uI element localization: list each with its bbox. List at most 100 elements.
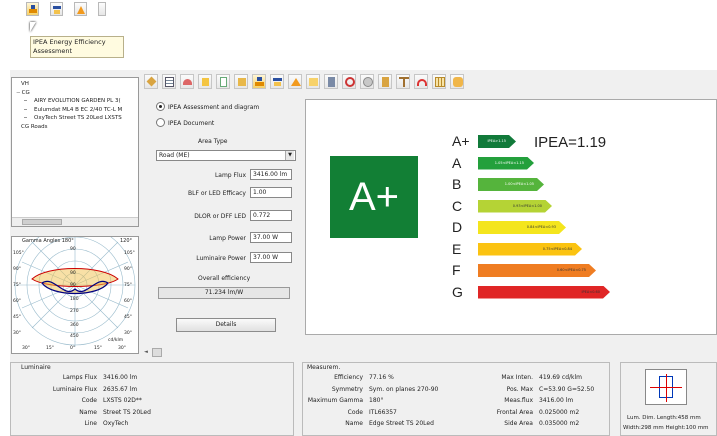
overall-efficiency-label: Overall efficiency: [198, 275, 251, 282]
lamp-power-input[interactable]: 37.00 W: [250, 232, 292, 243]
tree-item[interactable]: AIRY EVOLUTION GARDEN PL 3(: [24, 97, 121, 105]
tool-area-icon[interactable]: [306, 74, 320, 89]
luminaire-panel: Luminaire Lamps Flux 3416.00 lm Luminaire …: [10, 362, 294, 436]
tool-sphere-icon[interactable]: [360, 74, 374, 89]
class-bar: 1.05<IPEA<1.15: [478, 157, 534, 170]
lamp-flux-input[interactable]: 3416.00 lm: [250, 169, 292, 180]
luminaire-row-label: Code: [81, 397, 97, 404]
tree-expander-icon[interactable]: −: [16, 89, 21, 97]
class-letter: A+: [452, 133, 470, 149]
tool-doc-icon[interactable]: [216, 74, 230, 89]
polar-left-label: 90°: [13, 267, 21, 272]
road-lamp-icon[interactable]: [50, 2, 63, 16]
tree-item[interactable]: −CG: [16, 89, 30, 97]
measure-label: Meas.flux: [504, 397, 533, 404]
tool-table-icon[interactable]: [162, 74, 176, 89]
tool-bulb-icon[interactable]: [378, 74, 392, 89]
tree-item[interactable]: OxyTech Street TS 20Led LXSTS: [24, 114, 122, 122]
measure-value: C=53.90 G=52.50: [539, 385, 595, 393]
luminaire-row-label: Luminaire Flux: [52, 385, 97, 393]
tool-road-icon[interactable]: [270, 74, 284, 89]
radio-ipea-document[interactable]: [156, 118, 165, 127]
luminaire-power-label: Luminaire Power: [196, 255, 246, 262]
energy-lamp-icon[interactable]: [26, 2, 39, 16]
dldr-input[interactable]: 0.772: [250, 210, 292, 221]
polar-diagram: Gamma Angles 180° 120° 105° 90° 75° 60° 45° 3…: [11, 224, 139, 354]
polar-left-label: 75°: [13, 283, 21, 288]
class-range: 0.93<IPEA<1.00: [512, 203, 542, 208]
polar-center-label: 90: [70, 283, 76, 288]
tree-item[interactable]: CG Roads: [16, 123, 48, 131]
tool-building-icon[interactable]: [324, 74, 338, 89]
polar-left-label: 30°: [13, 331, 21, 336]
tool-beam-icon[interactable]: [396, 74, 410, 89]
tool-frame-icon[interactable]: [234, 74, 248, 89]
scroll-thumb[interactable]: [152, 348, 162, 357]
measure-value: ITL66357: [369, 408, 397, 416]
tool-chart-icon[interactable]: [180, 74, 194, 89]
luminaire-power-input[interactable]: 37.00 W: [250, 252, 292, 263]
tool-rainbow-icon[interactable]: [414, 74, 428, 89]
mouse-cursor-icon: [30, 22, 36, 32]
luminaire-title: Luminaire: [21, 364, 51, 371]
class-letter: F: [452, 262, 461, 278]
class-bar: 0.75<IPEA<0.84: [478, 243, 582, 256]
radio-ipea-assessment[interactable]: [156, 102, 165, 111]
luminaire-row-value: LXSTS 02D**: [103, 397, 142, 404]
big-rating-box: A+: [330, 156, 418, 238]
tree-item[interactable]: VH: [16, 80, 29, 88]
area-type-value: Road (ME): [159, 152, 190, 159]
tree-hscrollbar[interactable]: [12, 217, 138, 226]
polar-center-label: 180: [70, 297, 79, 302]
polar-bottom-label: 0°: [70, 346, 76, 351]
class-letter: E: [452, 240, 462, 257]
tool-cone-icon[interactable]: [288, 74, 302, 89]
measure-label: Maximum Gamma: [307, 397, 363, 404]
class-range: 1.00<IPEA<1.05: [504, 182, 534, 186]
measure-label: Code: [347, 408, 363, 416]
class-bar: 1.00<IPEA<1.05: [478, 178, 544, 191]
polar-right-label: 60°: [124, 299, 132, 304]
measure-label: Efficiency: [334, 374, 363, 381]
polar-right-label: 45°: [124, 315, 132, 320]
class-range: 0.84<IPEA<0.93: [526, 225, 556, 229]
luminaire-row-label: Name: [79, 408, 97, 416]
measure-label: Frontal Area: [496, 408, 533, 416]
energy-diagram: A+ A+ IPEA>1.15 A 1.05<IPEA<1.15 B 1.00<IPEA<…: [305, 99, 717, 335]
dimension-line-1: Lum. Dim. Length:458 mm: [627, 415, 701, 421]
tree-hscroll-thumb[interactable]: [22, 219, 62, 225]
scroll-left-button[interactable]: ◄: [144, 349, 152, 357]
class-bar: 0.60<IPEA<0.75: [478, 264, 596, 277]
polar-bottom-label: 15°: [94, 346, 102, 351]
tool-pencil-icon[interactable]: [144, 74, 158, 89]
details-button[interactable]: Details: [176, 318, 276, 332]
area-type-select[interactable]: Road (ME) ▼: [156, 150, 296, 161]
tool-target-icon[interactable]: [342, 74, 356, 89]
polar-center-label: 90: [70, 271, 76, 276]
luminaire-row-label: Line: [84, 420, 97, 427]
lamp-power-label: Lamp Power: [209, 235, 246, 242]
tree-view[interactable]: VH −CG AIRY EVOLUTION GARDEN PL 3(Eulumdat…: [11, 77, 139, 227]
polar-bottom-label: 15°: [46, 346, 54, 351]
measures-panel: Measurem. Efficiency 77.16 % Symmetry Sym. …: [302, 362, 610, 436]
luminaire-row-label: Lamps Flux: [62, 374, 97, 381]
tree-connector: [24, 117, 27, 118]
tool-grid-icon[interactable]: [432, 74, 446, 89]
lamp-flux-label: Lamp Flux: [214, 172, 246, 179]
class-range: 1.05<IPEA<1.15: [494, 160, 524, 165]
polar-unit: cd/klm: [108, 338, 124, 343]
tree-item-label: VH: [21, 81, 29, 87]
tool-energy-icon[interactable]: [252, 74, 266, 89]
cone-light-icon[interactable]: [74, 2, 87, 16]
tool-lamp-icon[interactable]: [198, 74, 212, 89]
measure-label: Pos. Max: [506, 385, 533, 393]
blf-input[interactable]: 1.00: [250, 187, 292, 198]
tree-item-label: Eulumdat ML4 B EC 2/40 TC-L M: [34, 106, 123, 113]
radio-ipea-document-label[interactable]: IPEA Document: [168, 120, 214, 127]
tree-item[interactable]: Eulumdat ML4 B EC 2/40 TC-L M: [24, 106, 122, 114]
area-type-label: Area Type: [198, 138, 228, 145]
radio-ipea-assessment-label[interactable]: IPEA Assessment and diagram: [168, 104, 259, 111]
partial-icon[interactable]: [98, 2, 106, 16]
chevron-down-icon[interactable]: ▼: [285, 151, 294, 160]
tool-export-icon[interactable]: [450, 74, 464, 89]
